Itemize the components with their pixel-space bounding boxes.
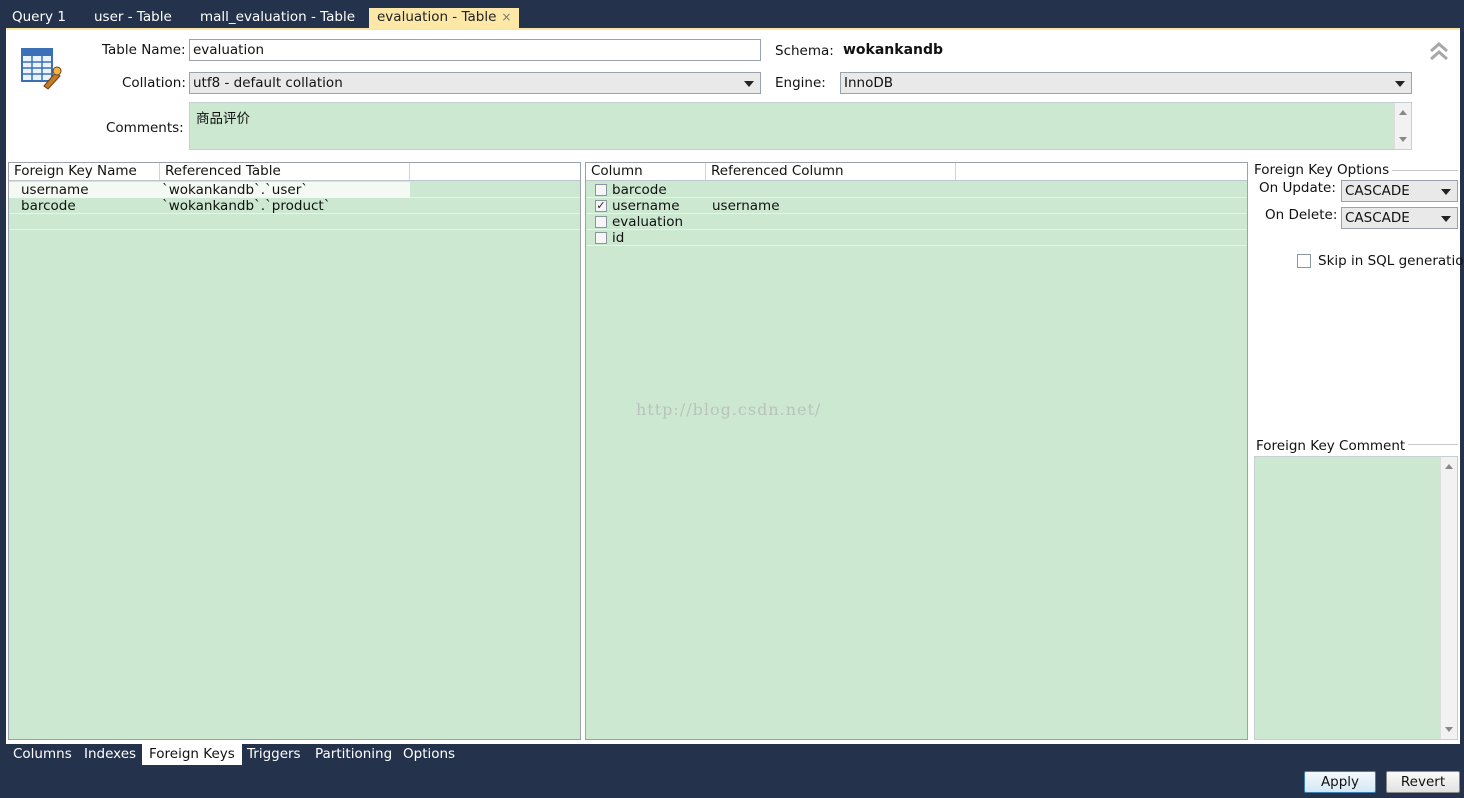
table-properties-panel: Table Name: evaluation Schema: wokankand… bbox=[6, 28, 1460, 160]
on-update-label: On Update: bbox=[1259, 180, 1336, 196]
tab-query-1[interactable]: Query 1 bbox=[6, 9, 72, 28]
table-row[interactable]: ✓ username username bbox=[586, 198, 1247, 214]
foreign-key-options-panel: Foreign Key Options On Update: CASCADE O… bbox=[1250, 162, 1464, 740]
tab-label: user - Table bbox=[94, 9, 172, 25]
table-row-empty[interactable] bbox=[9, 214, 580, 230]
double-chevron-up-icon bbox=[1430, 42, 1448, 61]
column-checkbox[interactable]: ✓ bbox=[595, 200, 607, 212]
col-header-referenced-column[interactable]: Referenced Column bbox=[706, 163, 956, 180]
engine-select[interactable]: InnoDB bbox=[840, 72, 1412, 94]
schema-label: Schema: bbox=[775, 43, 834, 59]
table-row[interactable]: barcode `wokankandb`.`product` bbox=[9, 198, 580, 214]
on-delete-value: CASCADE bbox=[1345, 210, 1410, 226]
fk-name-cell: username bbox=[21, 182, 89, 198]
revert-button[interactable]: Revert bbox=[1386, 771, 1460, 793]
table-row[interactable]: username `wokankandb`.`user` bbox=[9, 182, 580, 198]
fk-list-header: Foreign Key Name Referenced Table bbox=[9, 163, 580, 181]
table-name-input[interactable]: evaluation bbox=[189, 39, 761, 61]
fk-column-list: Column Referenced Column barcode ✓ usern… bbox=[585, 162, 1248, 740]
comments-text: 商品评价 bbox=[196, 111, 250, 127]
on-update-value: CASCADE bbox=[1345, 183, 1410, 199]
table-editor: Table Name: evaluation Schema: wokankand… bbox=[6, 28, 1464, 744]
engine-value: InnoDB bbox=[844, 75, 894, 91]
chevron-down-icon bbox=[1441, 216, 1451, 222]
schema-value: wokankandb bbox=[843, 42, 944, 58]
column-checkbox[interactable] bbox=[595, 184, 607, 196]
fk-comment-scrollbar[interactable] bbox=[1440, 457, 1457, 739]
close-icon[interactable]: × bbox=[501, 10, 511, 24]
scroll-up-icon bbox=[1445, 464, 1453, 469]
col-header-referenced-table[interactable]: Referenced Table bbox=[160, 163, 410, 180]
tab-columns[interactable]: Columns bbox=[6, 744, 79, 765]
comments-scrollbar[interactable] bbox=[1394, 103, 1411, 149]
tab-triggers[interactable]: Triggers bbox=[240, 744, 308, 765]
on-update-select[interactable]: CASCADE bbox=[1341, 180, 1458, 202]
tab-options[interactable]: Options bbox=[396, 744, 462, 765]
col-header-column[interactable]: Column bbox=[586, 163, 706, 180]
column-checkbox[interactable] bbox=[595, 216, 607, 228]
collation-select[interactable]: utf8 - default collation bbox=[189, 72, 761, 94]
engine-label: Engine: bbox=[775, 75, 826, 91]
table-editor-icon bbox=[20, 46, 62, 90]
column-name-cell: barcode bbox=[612, 182, 667, 198]
on-delete-select[interactable]: CASCADE bbox=[1341, 207, 1458, 229]
col-header-fk-name[interactable]: Foreign Key Name bbox=[9, 163, 160, 180]
tab-label: mall_evaluation - Table bbox=[200, 9, 356, 25]
tab-label: evaluation - Table bbox=[377, 9, 497, 25]
column-list-header: Column Referenced Column bbox=[586, 163, 1247, 181]
document-tab-bar: Query 1 user - Table mall_evaluation - T… bbox=[0, 6, 1464, 29]
collation-label: Collation: bbox=[122, 75, 186, 91]
foreign-key-list: Foreign Key Name Referenced Table userna… bbox=[8, 162, 581, 740]
table-row[interactable]: evaluation bbox=[586, 214, 1247, 230]
fk-name-cell: barcode bbox=[21, 198, 76, 214]
tab-user-table[interactable]: user - Table bbox=[88, 9, 178, 28]
chevron-down-icon bbox=[1441, 189, 1451, 195]
column-name-cell: evaluation bbox=[612, 214, 684, 230]
referenced-column-cell[interactable]: username bbox=[712, 198, 780, 214]
tab-foreign-keys[interactable]: Foreign Keys bbox=[142, 744, 242, 765]
fk-comment-textarea[interactable] bbox=[1254, 456, 1458, 740]
column-name-cell: username bbox=[612, 198, 680, 214]
apply-button[interactable]: Apply bbox=[1304, 771, 1376, 793]
scroll-down-icon bbox=[1399, 137, 1407, 142]
scroll-up-icon bbox=[1399, 110, 1407, 115]
tab-evaluation-table[interactable]: evaluation - Table × bbox=[369, 8, 520, 29]
table-row[interactable]: barcode bbox=[586, 182, 1247, 198]
table-name-label: Table Name: bbox=[102, 42, 186, 58]
comments-label: Comments: bbox=[106, 120, 184, 136]
tab-indexes[interactable]: Indexes bbox=[77, 744, 143, 765]
skip-sql-checkbox[interactable] bbox=[1297, 254, 1311, 268]
on-delete-label: On Delete: bbox=[1265, 207, 1338, 223]
collation-value: utf8 - default collation bbox=[193, 75, 343, 91]
tab-label: Query 1 bbox=[12, 9, 66, 25]
column-name-cell: id bbox=[612, 230, 625, 246]
fk-options-title: Foreign Key Options bbox=[1254, 162, 1393, 178]
chevron-down-icon bbox=[1395, 81, 1405, 87]
comments-textarea[interactable]: 商品评价 bbox=[189, 102, 1412, 150]
scroll-down-icon bbox=[1445, 727, 1453, 732]
editor-section-tabs: Columns Indexes Foreign Keys Triggers Pa… bbox=[0, 744, 1464, 766]
tab-partitioning[interactable]: Partitioning bbox=[308, 744, 399, 765]
column-checkbox[interactable] bbox=[595, 232, 607, 244]
skip-sql-label: Skip in SQL generation bbox=[1318, 253, 1464, 269]
fk-comment-title: Foreign Key Comment bbox=[1256, 438, 1409, 454]
referenced-table-cell: `wokankandb`.`product` bbox=[162, 198, 331, 214]
watermark: http://blog.csdn.net/ bbox=[636, 400, 822, 419]
referenced-table-cell: `wokankandb`.`user` bbox=[162, 182, 308, 198]
table-row[interactable]: id bbox=[586, 230, 1247, 246]
tab-mall-evaluation-table[interactable]: mall_evaluation - Table bbox=[194, 9, 361, 28]
collapse-panel-button[interactable] bbox=[1428, 42, 1450, 62]
chevron-down-icon bbox=[744, 81, 754, 87]
